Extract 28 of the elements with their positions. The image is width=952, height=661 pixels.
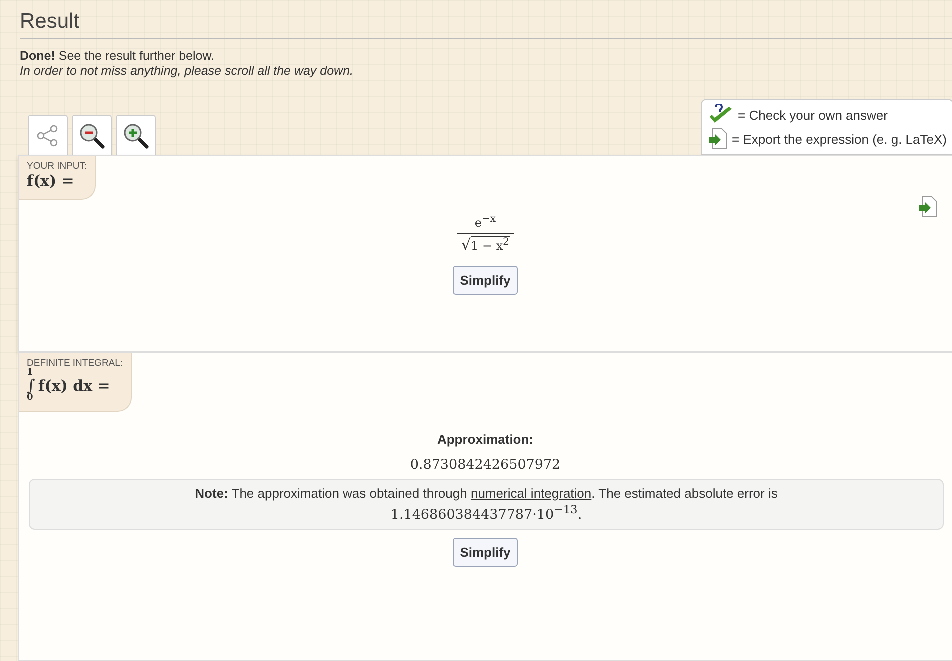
upper-limit: 1 bbox=[27, 369, 34, 378]
export-icon bbox=[708, 128, 728, 150]
page-heading: Result bbox=[20, 10, 952, 39]
integral-sign: ∫ bbox=[27, 378, 36, 394]
zoom-out-icon bbox=[78, 122, 106, 150]
legend-text: = Check your own answer bbox=[738, 108, 888, 122]
approximation-label: Approximation: bbox=[437, 432, 534, 447]
lower-limit: 0 bbox=[27, 394, 34, 403]
numerical-integration-link[interactable]: numerical integration bbox=[470, 486, 592, 501]
note-text: Note: The approximation was obtained through numerical integration. The estimated absolute error is bbox=[194, 486, 779, 502]
fraction-formula: e$^{−x}$ √1 − x$^{2}$ bbox=[457, 214, 514, 254]
zoom-in-button[interactable] bbox=[116, 115, 156, 155]
section-label: YOUR INPUT: bbox=[27, 161, 88, 172]
scroll-hint: In order to not miss anything, please scroll all the way down. bbox=[20, 64, 355, 79]
export-icon bbox=[918, 196, 938, 218]
error-value: 1.146860384437787·10$^{−13}$. bbox=[390, 502, 584, 522]
legend-text: = Export the expression (e. g. LaTeX) bbox=[732, 132, 947, 146]
function-label: f(x) = bbox=[27, 172, 74, 190]
integral-expression: f(x) dx = bbox=[38, 377, 110, 395]
status-message: Done! See the result further below. bbox=[20, 49, 216, 64]
simplify-button[interactable]: Simplify bbox=[453, 266, 518, 295]
check-question-icon bbox=[708, 104, 734, 126]
zoom-out-button[interactable] bbox=[72, 115, 112, 155]
share-icon bbox=[37, 124, 59, 146]
zoom-in-icon bbox=[122, 122, 150, 150]
simplify-button[interactable]: Simplify bbox=[453, 538, 518, 566]
approximation-value: 0.8730842426507972 bbox=[410, 457, 561, 473]
section-label: DEFINITE INTEGRAL: bbox=[27, 358, 124, 369]
